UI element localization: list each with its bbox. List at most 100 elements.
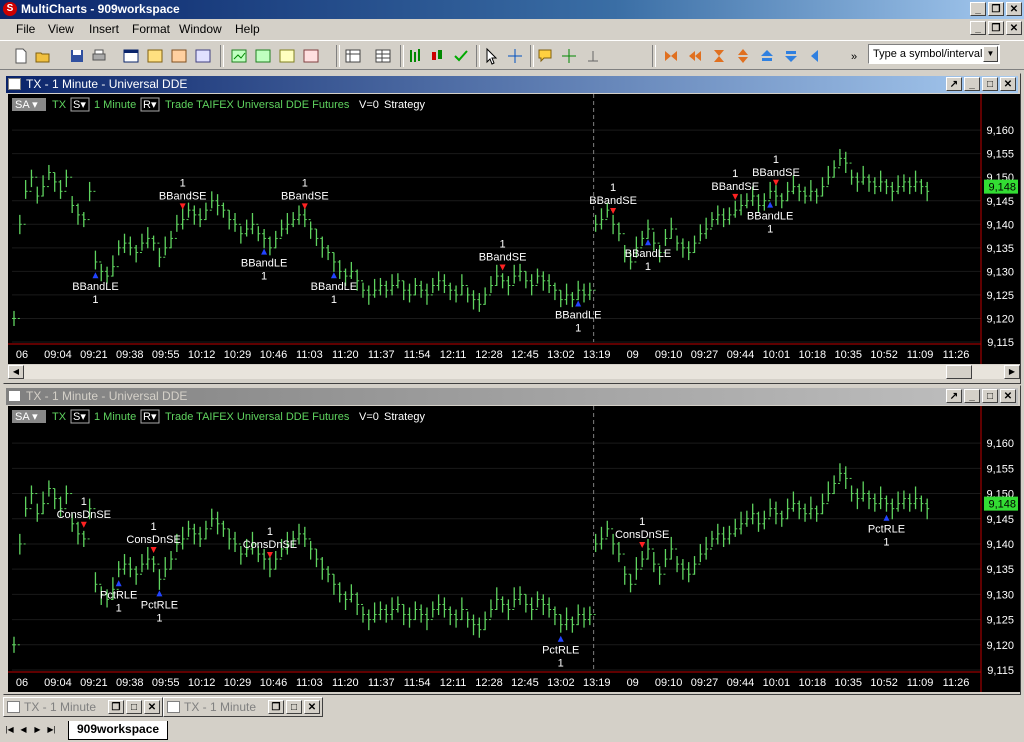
price-chart-1[interactable]: 9,160 9,155 9,150 9,145 9,140 9,135 9,130 9,125… <box>8 94 1020 364</box>
chart-window-icon[interactable] <box>146 47 164 65</box>
chart-window-icon[interactable] <box>8 78 21 90</box>
text-note-icon[interactable] <box>536 47 554 65</box>
price-bar <box>570 292 575 308</box>
price-bar <box>552 606 557 626</box>
pointer-icon[interactable] <box>482 47 500 65</box>
scanner-icon[interactable] <box>194 47 212 65</box>
crosshair-icon[interactable] <box>506 47 524 65</box>
chart1-horizontal-scrollbar[interactable]: ◀ ▶ <box>8 365 1020 379</box>
symbol-dropdown-icon[interactable]: ▼ <box>983 46 998 62</box>
price-bar <box>41 175 46 197</box>
quote-window-icon[interactable] <box>170 47 188 65</box>
table-icon[interactable] <box>374 47 392 65</box>
chart1-close-button[interactable]: ✕ <box>1000 77 1016 91</box>
scroll-right-icon[interactable]: ▶ <box>1004 365 1020 379</box>
check-icon[interactable] <box>452 47 470 65</box>
chart2-detach-button[interactable]: ↗ <box>946 389 962 403</box>
insert-indicator-icon[interactable] <box>254 47 272 65</box>
chart-window-1-titlebar[interactable]: TX - 1 Minute - Universal DDE ↗ _ □ ✕ <box>6 76 1018 93</box>
price-bar <box>791 491 796 512</box>
open-folder-icon[interactable] <box>34 47 52 65</box>
menu-window[interactable]: Window <box>179 22 222 36</box>
chart2-maximize-button[interactable]: □ <box>982 389 998 403</box>
price-bar <box>826 481 831 505</box>
min2-restore-button[interactable]: ❐ <box>268 700 284 714</box>
price-bar <box>773 501 778 525</box>
scroll-left-icon[interactable]: ◀ <box>8 365 24 379</box>
prev-bar-icon[interactable] <box>686 47 704 65</box>
price-bar <box>640 551 645 570</box>
format-icon[interactable] <box>302 47 320 65</box>
scale-down-icon[interactable] <box>782 47 800 65</box>
x-tick-label: 13:19 <box>583 349 611 361</box>
next-tab-icon[interactable]: ▶ <box>32 723 43 737</box>
symbol-input[interactable]: Type a symbol/interval ▼ <box>868 44 1000 64</box>
menu-help[interactable]: Help <box>235 22 260 36</box>
menu-bar: File View Insert Format Window Help _ ❐ … <box>0 19 1024 40</box>
price-bar <box>739 194 744 216</box>
signal-label: BBandSE <box>752 167 800 179</box>
price-bar <box>570 616 575 633</box>
drawing-tool-icon[interactable] <box>584 47 602 65</box>
price-bar <box>849 162 854 185</box>
hourglass-icon[interactable] <box>710 47 728 65</box>
mdi-restore-button[interactable]: ❐ <box>988 21 1004 35</box>
mdi-close-button[interactable]: ✕ <box>1006 21 1022 35</box>
price-bar <box>919 495 924 512</box>
save-icon[interactable] <box>68 47 86 65</box>
shift-left-icon[interactable] <box>806 47 824 65</box>
zoom-in-icon[interactable] <box>734 47 752 65</box>
price-bar <box>17 533 22 646</box>
toolbar-overflow-icon[interactable]: » <box>846 47 857 65</box>
restore-button[interactable]: ❐ <box>988 2 1004 16</box>
chart1-maximize-button[interactable]: □ <box>982 77 998 91</box>
first-tab-icon[interactable]: |◀ <box>4 723 15 737</box>
window-icon[interactable] <box>122 47 140 65</box>
price-bar <box>273 230 278 249</box>
min1-close-button[interactable]: ✕ <box>144 700 160 714</box>
bar-chart-style-icon[interactable] <box>406 47 424 65</box>
min1-restore-button[interactable]: ❐ <box>108 700 124 714</box>
menu-file[interactable]: File <box>16 22 35 36</box>
x-tick-label: 10:52 <box>870 349 898 361</box>
price-chart-2[interactable]: 9,160 9,155 9,150 9,145 9,140 9,135 9,130 9,125… <box>8 406 1020 692</box>
minimized-window-1[interactable]: TX - 1 Minute ❐ □ ✕ <box>3 697 163 717</box>
x-tick-label: 11:54 <box>404 677 431 689</box>
last-tab-icon[interactable]: ▶| <box>46 723 57 737</box>
menu-view[interactable]: View <box>48 22 74 36</box>
menu-format[interactable]: Format <box>132 22 170 36</box>
chart-window-2-titlebar[interactable]: TX - 1 Minute - Universal DDE ↗ _ □ ✕ <box>6 388 1018 405</box>
print-icon[interactable] <box>90 47 108 65</box>
minimize-button[interactable]: _ <box>970 2 986 16</box>
candle-style-icon[interactable] <box>428 47 446 65</box>
price-bar <box>139 233 144 254</box>
chart-window-icon[interactable] <box>8 390 21 402</box>
mdi-minimize-button[interactable]: _ <box>970 21 986 35</box>
data-window-icon[interactable] <box>344 47 362 65</box>
min2-maximize-button[interactable]: □ <box>286 700 302 714</box>
menu-insert[interactable]: Insert <box>89 22 119 36</box>
scale-up-icon[interactable] <box>758 47 776 65</box>
x-tick-label: 10:52 <box>870 677 898 689</box>
prev-tab-icon[interactable]: ◀ <box>18 723 29 737</box>
min2-close-button[interactable]: ✕ <box>304 700 320 714</box>
insert-signal-icon[interactable] <box>278 47 296 65</box>
price-bar <box>669 536 674 560</box>
min1-maximize-button[interactable]: □ <box>126 700 142 714</box>
r-label: R▾ <box>143 411 157 423</box>
close-button[interactable]: ✕ <box>1006 2 1022 16</box>
chart1-detach-button[interactable]: ↗ <box>946 77 962 91</box>
chart2-minimize-button[interactable]: _ <box>964 389 980 403</box>
workspace-tab[interactable]: 909workspace <box>68 721 169 740</box>
new-icon[interactable] <box>12 47 30 65</box>
scroll-thumb[interactable] <box>946 365 972 379</box>
first-bar-icon[interactable] <box>662 47 680 65</box>
price-bar <box>698 224 703 244</box>
minimized-window-2[interactable]: TX - 1 Minute ❐ □ ✕ <box>163 697 323 717</box>
chart1-minimize-button[interactable]: _ <box>964 77 980 91</box>
y-tick-label: 9,130 <box>986 266 1014 278</box>
line-tool-icon[interactable] <box>560 47 578 65</box>
price-bar <box>442 597 447 618</box>
chart2-close-button[interactable]: ✕ <box>1000 389 1016 403</box>
insert-study-icon[interactable] <box>230 47 248 65</box>
